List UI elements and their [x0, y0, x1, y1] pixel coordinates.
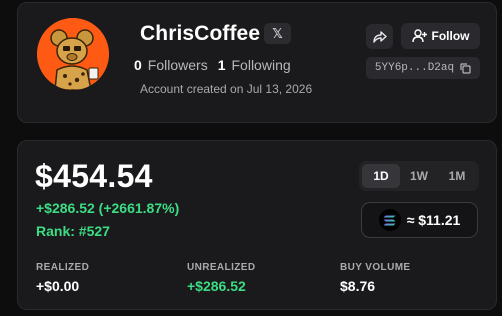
rank: Rank: #527: [36, 223, 110, 239]
tab-1m[interactable]: 1M: [438, 164, 476, 188]
realized-value: +$0.00: [36, 278, 80, 294]
share-icon: [372, 30, 387, 43]
following-label[interactable]: Following: [232, 57, 291, 73]
follow-stats: 0 Followers 1 Following: [134, 57, 291, 73]
account-created: Account created on Jul 13, 2026: [140, 82, 313, 96]
profile-card: ChrisCoffee 𝕏 0 Followers 1 Following Accou…: [17, 2, 497, 123]
x-icon[interactable]: 𝕏: [264, 23, 291, 44]
tab-1d[interactable]: 1D: [362, 164, 400, 188]
unrealized-value: +$286.52: [187, 278, 246, 294]
copy-icon[interactable]: [460, 62, 471, 74]
followers-count: 0: [134, 57, 142, 73]
tab-1w[interactable]: 1W: [400, 164, 438, 188]
share-button[interactable]: [366, 24, 393, 49]
buy-volume-label: BUY VOLUME: [340, 262, 411, 273]
realized-label: REALIZED: [36, 262, 90, 273]
wallet-address[interactable]: 5YY6p...D2aq: [366, 57, 480, 79]
followers-label[interactable]: Followers: [148, 57, 208, 73]
sol-balance-value: ≈ $11.21: [406, 212, 461, 228]
solana-icon: [378, 209, 401, 231]
follow-button[interactable]: Follow: [401, 23, 480, 49]
sol-balance[interactable]: ≈ $11.21: [361, 202, 478, 238]
avatar[interactable]: [37, 18, 109, 90]
portfolio-value: $454.54: [35, 158, 153, 194]
following-count: 1: [217, 57, 226, 73]
profile-name: ChrisCoffee: [140, 22, 261, 45]
add-user-icon: [411, 29, 427, 43]
stats-card: $454.54 +$286.52 (+2661.87%) Rank: #527 …: [17, 140, 497, 310]
pnl-change: +$286.52 (+2661.87%): [36, 200, 180, 216]
timeframe-selector: 1D 1W 1M: [359, 161, 479, 191]
buy-volume-value: $8.76: [340, 278, 376, 294]
follow-label: Follow: [431, 29, 470, 43]
address-text: 5YY6p...D2aq: [374, 62, 455, 74]
unrealized-label: UNREALIZED: [187, 262, 256, 273]
